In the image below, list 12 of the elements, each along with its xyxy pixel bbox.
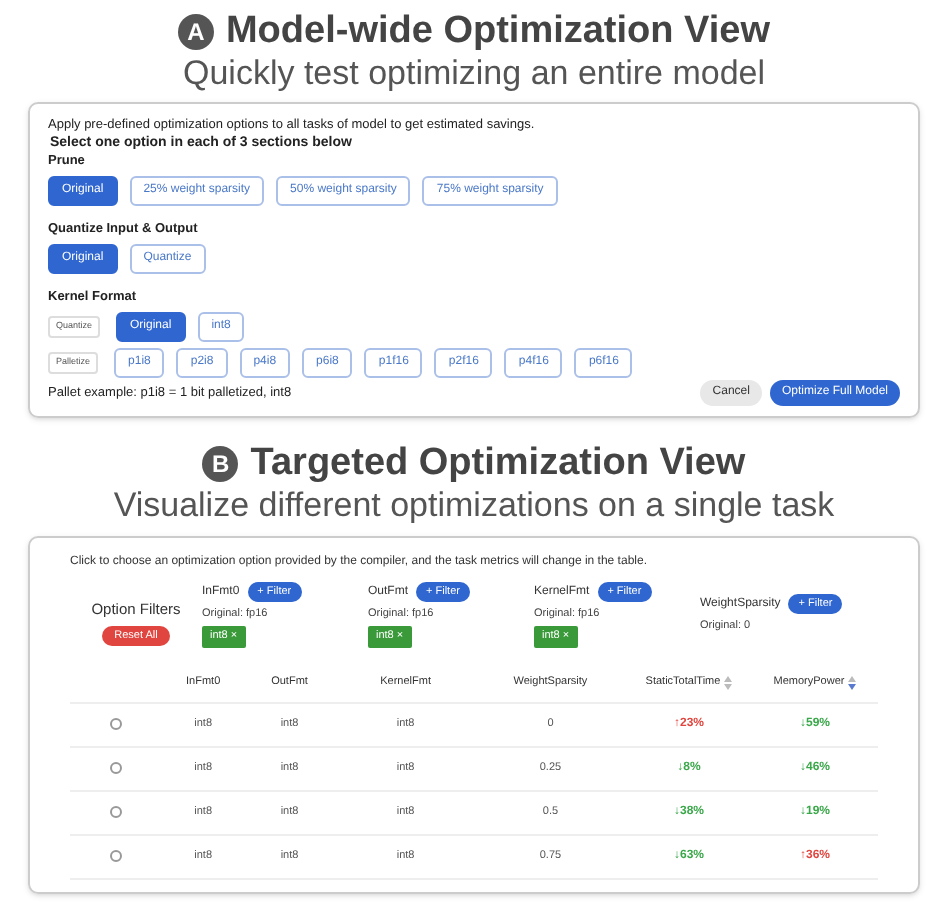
section-subtitle: Quickly test optimizing an entire model: [182, 54, 766, 94]
radio-button[interactable]: [110, 718, 123, 730]
radio-button[interactable]: [110, 762, 123, 774]
section-title: Targeted Optimization View: [250, 442, 746, 486]
section-badge: B: [202, 446, 239, 482]
section-badge: A: [177, 14, 214, 50]
section-title: Model-wide Optimization View: [225, 10, 770, 54]
section-subtitle: Visualize different optimizations on a single task: [113, 486, 835, 526]
sort-icon[interactable]: [724, 675, 733, 689]
radio-button[interactable]: [110, 850, 123, 862]
radio-button[interactable]: [110, 806, 123, 818]
sort-icon[interactable]: [848, 675, 857, 689]
